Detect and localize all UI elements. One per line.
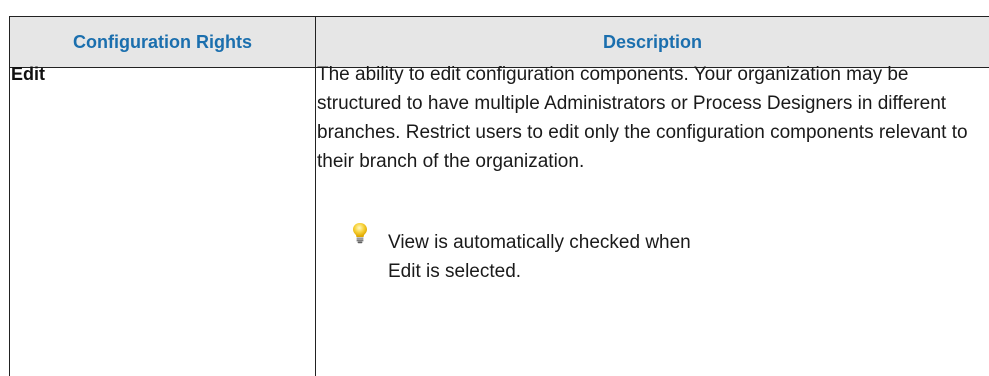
right-name-edit: Edit <box>11 64 45 84</box>
tip-text: View is automatically checked when Edit … <box>388 232 691 282</box>
column-divider <box>315 16 316 376</box>
column-header-configuration-rights: Configuration Rights <box>73 32 252 52</box>
lightbulb-icon <box>352 222 368 244</box>
right-description: The ability to edit configuration compon… <box>317 64 968 172</box>
